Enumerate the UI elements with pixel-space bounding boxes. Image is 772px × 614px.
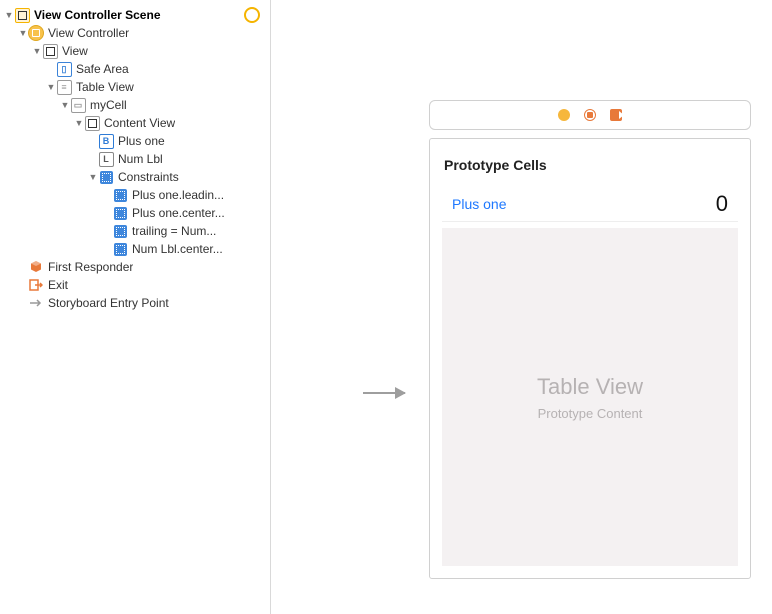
outline-constraint-item[interactable]: Plus one.center...	[0, 204, 270, 222]
device-screen: Prototype Cells Plus one 0 Table View Pr…	[429, 138, 751, 579]
outline-label: Num Lbl	[118, 150, 163, 168]
constraint-icon	[112, 223, 128, 239]
first-responder-icon	[28, 259, 44, 275]
outline-view[interactable]: View	[0, 42, 270, 60]
prototype-cells-header: Prototype Cells	[444, 157, 736, 173]
disclosure-triangle-icon[interactable]	[60, 96, 70, 114]
scene-icon	[14, 7, 30, 23]
prototype-cell[interactable]: Plus one 0	[442, 187, 738, 222]
outline-label: Table View	[76, 78, 134, 96]
disclosure-triangle-icon[interactable]	[32, 42, 42, 60]
outline-label: Constraints	[118, 168, 179, 186]
outline-label: Num Lbl.center...	[132, 240, 223, 258]
outline-entry-point[interactable]: Storyboard Entry Point	[0, 294, 270, 312]
plus-one-button[interactable]: Plus one	[452, 196, 506, 212]
view-icon	[42, 43, 58, 59]
table-view-icon: ≡	[56, 79, 72, 95]
entry-point-arrow-icon	[363, 392, 405, 394]
outline-label: Content View	[104, 114, 175, 132]
table-view-placeholder[interactable]: Table View Prototype Content	[442, 228, 738, 566]
scene-status-icon	[244, 7, 260, 23]
outline-mycell[interactable]: ▭ myCell	[0, 96, 270, 114]
disclosure-triangle-icon[interactable]	[18, 24, 28, 42]
document-outline: View Controller Scene View Controller Vi…	[0, 0, 271, 614]
view-controller-icon	[28, 25, 44, 41]
entry-point-icon	[28, 295, 44, 311]
outline-label: Safe Area	[76, 60, 129, 78]
outline-content-view[interactable]: Content View	[0, 114, 270, 132]
view-controller-frame[interactable]: Prototype Cells Plus one 0 Table View Pr…	[429, 100, 751, 579]
placeholder-title: Table View	[537, 374, 643, 400]
outline-label: View Controller Scene	[34, 6, 161, 24]
outline-scene[interactable]: View Controller Scene	[0, 6, 270, 24]
placeholder-subtitle: Prototype Content	[538, 406, 643, 421]
outline-label: Plus one	[118, 132, 165, 150]
constraint-icon	[112, 241, 128, 257]
outline-label: View Controller	[48, 24, 129, 42]
constraints-group-icon	[98, 169, 114, 185]
outline-num-lbl[interactable]: L Num Lbl	[0, 150, 270, 168]
outline-exit[interactable]: Exit	[0, 276, 270, 294]
outline-table-view[interactable]: ≡ Table View	[0, 78, 270, 96]
outline-constraints[interactable]: Constraints	[0, 168, 270, 186]
constraint-icon	[112, 205, 128, 221]
outline-label: Storyboard Entry Point	[48, 294, 169, 312]
outline-label: Plus one.leadin...	[132, 186, 224, 204]
num-label: 0	[716, 191, 728, 217]
view-icon	[84, 115, 100, 131]
outline-label: View	[62, 42, 88, 60]
constraint-icon	[112, 187, 128, 203]
disclosure-triangle-icon[interactable]	[4, 6, 14, 24]
outline-constraint-item[interactable]: Plus one.leadin...	[0, 186, 270, 204]
outline-label: Exit	[48, 276, 68, 294]
first-responder-dock-icon[interactable]	[584, 109, 596, 121]
scene-dock[interactable]	[429, 100, 751, 130]
cell-icon: ▭	[70, 97, 86, 113]
outline-label: First Responder	[48, 258, 133, 276]
outline-label: trailing = Num...	[132, 222, 216, 240]
outline-view-controller[interactable]: View Controller	[0, 24, 270, 42]
button-icon: B	[98, 133, 114, 149]
outline-constraint-item[interactable]: Num Lbl.center...	[0, 240, 270, 258]
disclosure-triangle-icon[interactable]	[88, 168, 98, 186]
outline-label: myCell	[90, 96, 127, 114]
exit-icon	[28, 277, 44, 293]
disclosure-triangle-icon[interactable]	[74, 114, 84, 132]
outline-label: Plus one.center...	[132, 204, 225, 222]
view-controller-dock-icon[interactable]	[558, 109, 570, 121]
disclosure-triangle-icon[interactable]	[46, 78, 56, 96]
exit-dock-icon[interactable]	[610, 109, 622, 121]
outline-constraint-item[interactable]: trailing = Num...	[0, 222, 270, 240]
storyboard-canvas[interactable]: Prototype Cells Plus one 0 Table View Pr…	[271, 0, 772, 614]
outline-plus-one-button[interactable]: B Plus one	[0, 132, 270, 150]
outline-first-responder[interactable]: First Responder	[0, 258, 270, 276]
safe-area-icon: ▯	[56, 61, 72, 77]
label-icon: L	[98, 151, 114, 167]
outline-safe-area[interactable]: ▯ Safe Area	[0, 60, 270, 78]
